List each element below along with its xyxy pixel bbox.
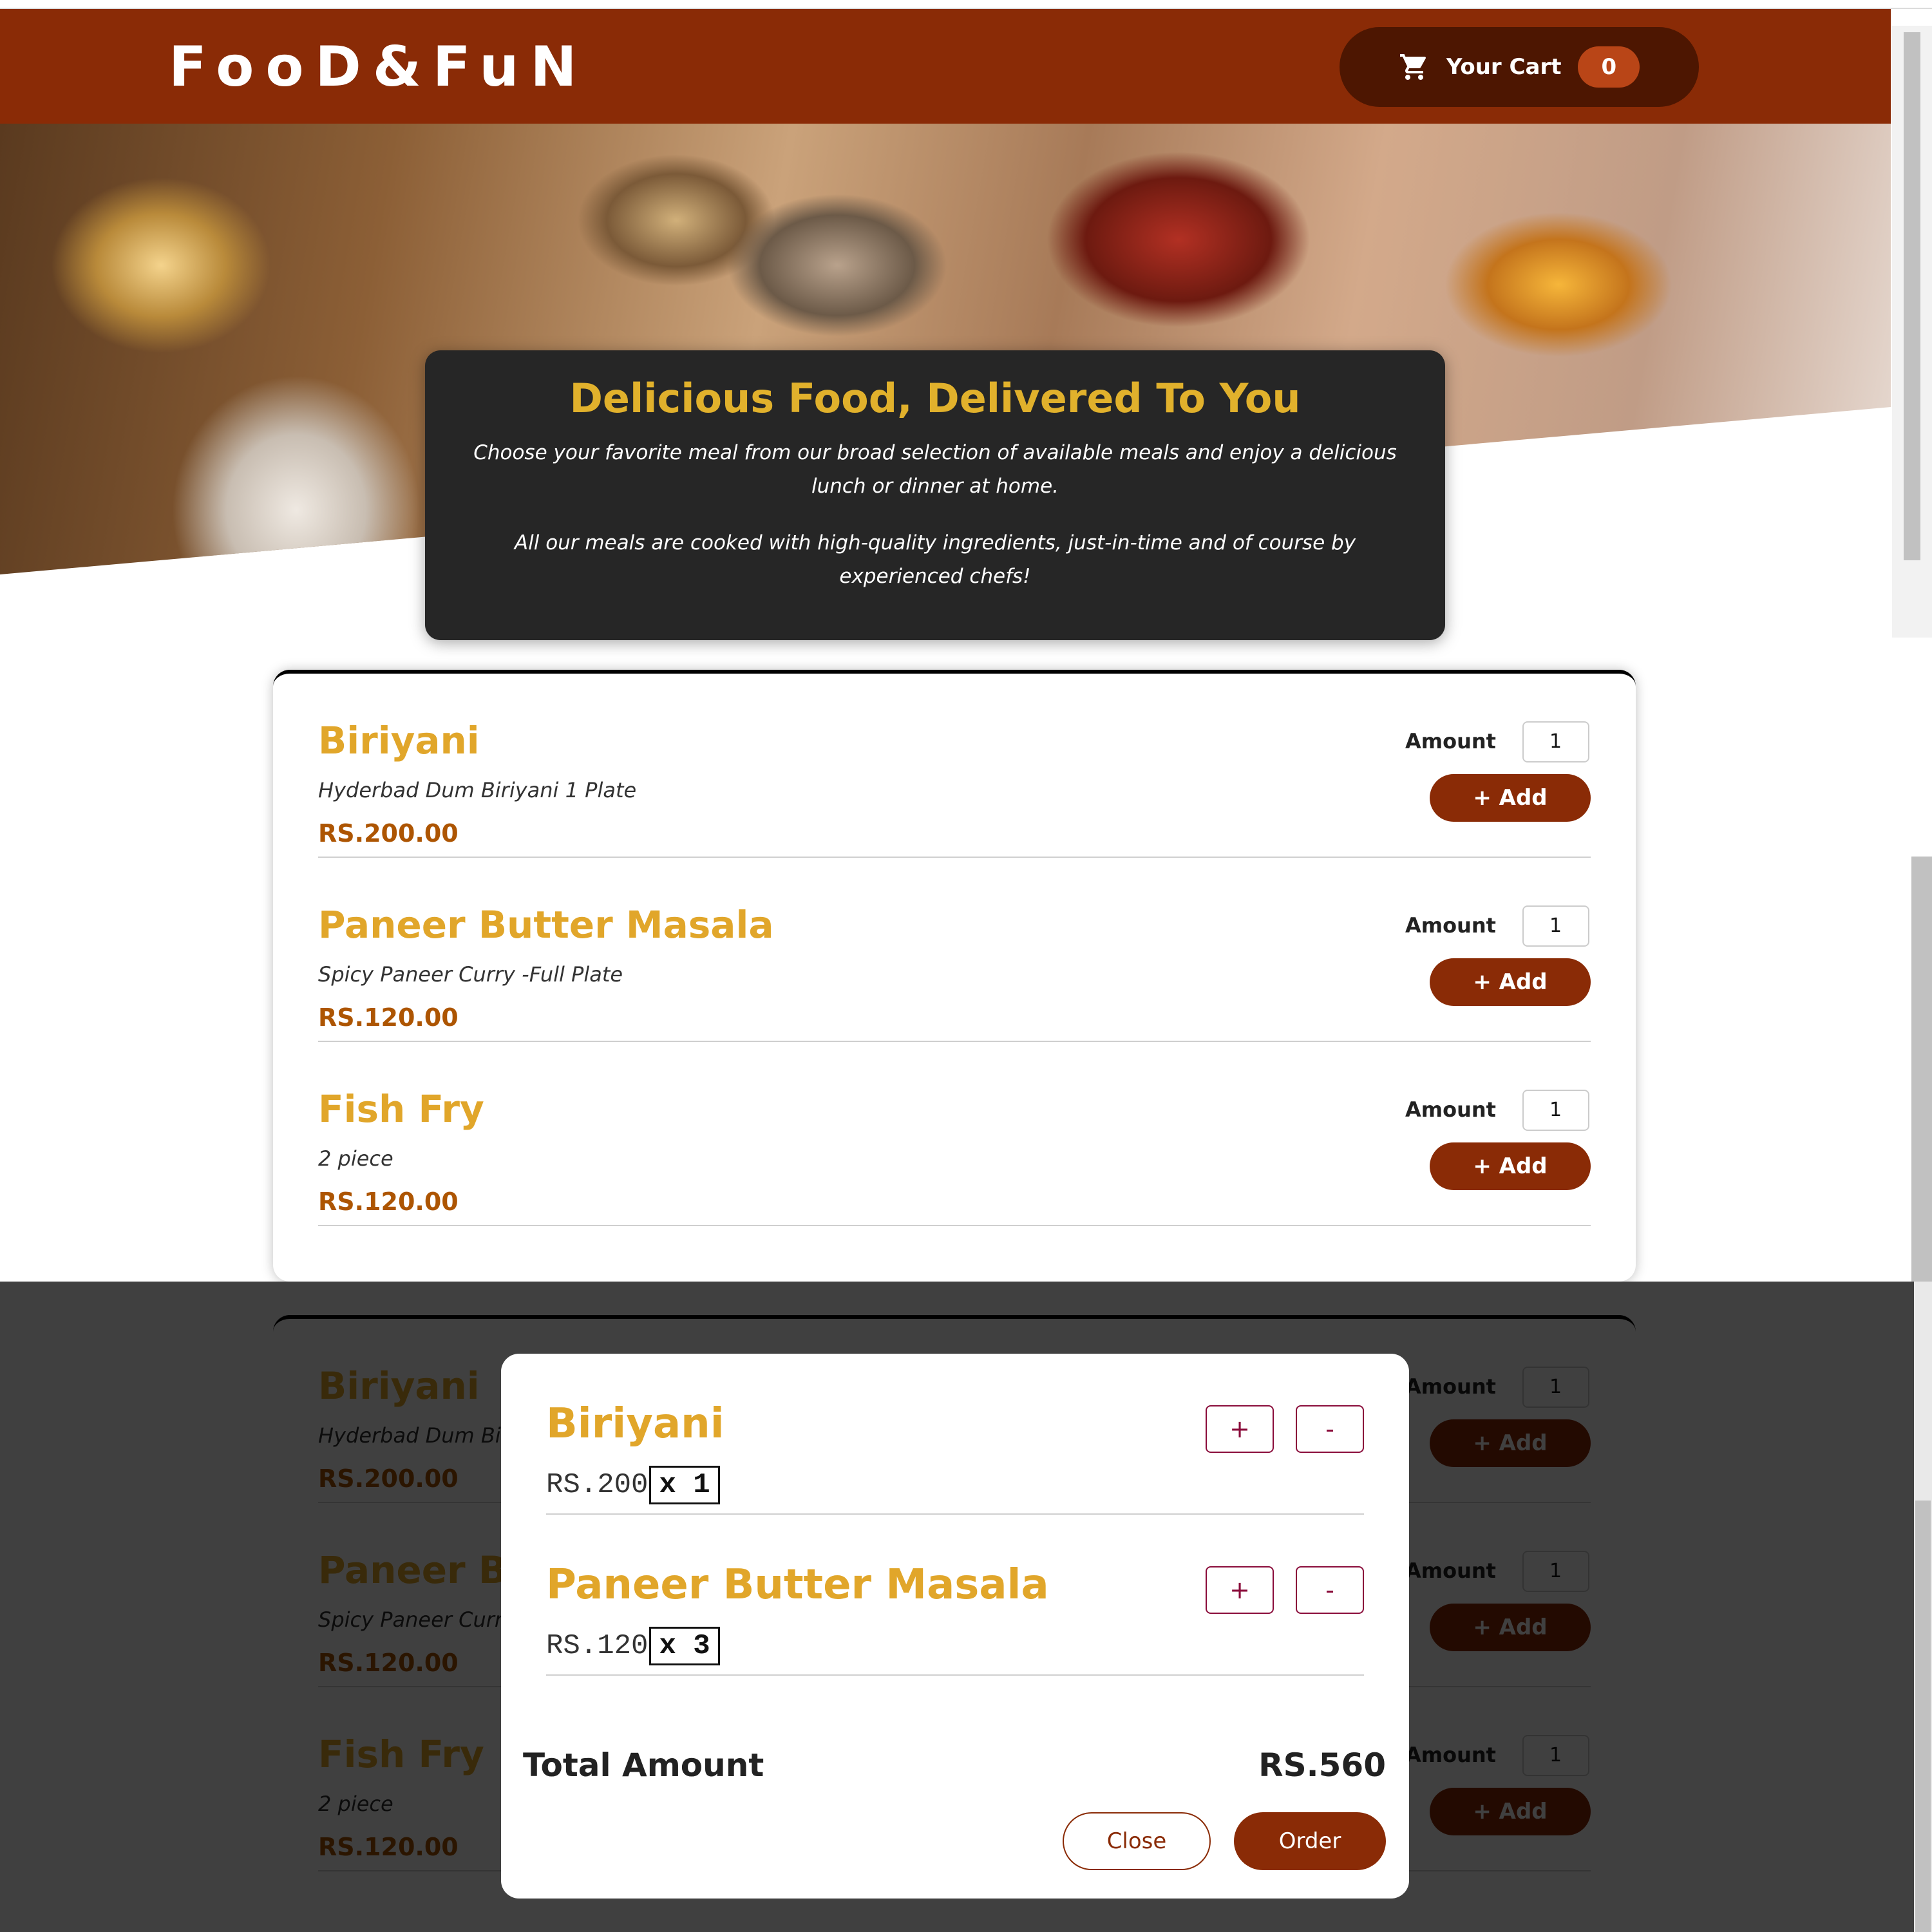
hero-summary-card: Delicious Food, Delivered To You Choose … [425,350,1445,640]
order-button[interactable]: Order [1234,1812,1386,1870]
amount-label: Amount [1405,913,1496,938]
cart-item-quantity: x 1 [649,1466,720,1504]
meal-item: Biriyani Hyderbad Dum Biriyani 1 Plate R… [318,674,1591,858]
amount-input[interactable]: 1 [1522,1090,1589,1131]
add-button[interactable]: + Add [1430,958,1591,1006]
meal-description: 2 piece [318,1146,393,1171]
meal-item: Paneer Butter Masala Spicy Paneer Curry … [318,858,1591,1042]
scrollbar[interactable] [1892,26,1932,638]
decrease-button[interactable]: - [1296,1405,1364,1453]
amount-label: Amount [1405,1097,1496,1122]
site-logo: FooD&FuN [169,35,589,99]
cart-count-badge: 0 [1578,46,1640,88]
cart-item-price: RS.120 [546,1630,649,1662]
scrollbar-thumb[interactable] [1915,1501,1931,1932]
hero-title: Delicious Food, Delivered To You [569,375,1301,422]
hero-text-2: All our meals are cooked with high-quali… [514,531,1356,588]
scrollbar-thumb[interactable] [1911,857,1932,1282]
amount-input[interactable]: 1 [1522,905,1589,947]
meal-name: Paneer Butter Masala [318,903,774,947]
total-amount-value: RS.560 [1258,1747,1386,1784]
close-button[interactable]: Close [1063,1812,1211,1870]
scrollbar[interactable] [1914,1282,1932,1932]
cart-label: Your Cart [1446,54,1562,80]
scrollbar-thumb[interactable] [1904,32,1920,560]
cart-item: Biriyani RS.200 x 1 + - [546,1354,1364,1515]
increase-button[interactable]: + [1206,1405,1274,1453]
cart-item-quantity: x 3 [649,1627,720,1665]
cart-modal-view: Biriyani Hyderbad Dum Biriyani 1 Plate R… [0,1282,1932,1932]
increase-button[interactable]: + [1206,1566,1274,1614]
cart-item-price-row: RS.120 x 3 [546,1627,720,1665]
menu-page: FooD&FuN Your Cart 0 Delicious Food, Del… [0,0,1932,1282]
cart-modal: Biriyani RS.200 x 1 + - Paneer Butter Ma… [501,1354,1409,1899]
meals-list: Biriyani Hyderbad Dum Biriyani 1 Plate R… [273,670,1636,1282]
cart-icon [1399,54,1426,80]
meal-description: Spicy Paneer Curry -Full Plate [318,962,623,987]
amount-label: Amount [1405,729,1496,753]
meal-description: Hyderbad Dum Biriyani 1 Plate [318,778,637,802]
add-button[interactable]: + Add [1430,774,1591,822]
meal-price: RS.200.00 [318,819,459,848]
meal-price: RS.120.00 [318,1188,459,1216]
amount-input[interactable]: 1 [1522,721,1589,762]
cart-item-price: RS.200 [546,1469,649,1501]
meal-item: Fish Fry 2 piece RS.120.00 Amount 1 + Ad… [318,1042,1591,1226]
cart-item-name: Biriyani [546,1400,724,1448]
add-button[interactable]: + Add [1430,1142,1591,1190]
meal-name: Fish Fry [318,1087,484,1131]
total-amount-label: Total Amount [523,1747,764,1784]
site-header: FooD&FuN Your Cart 0 [0,9,1891,124]
decrease-button[interactable]: - [1296,1566,1364,1614]
meal-name: Biriyani [318,719,480,762]
hero-text-1: Choose your favorite meal from our broad… [473,441,1397,498]
cart-item: Paneer Butter Masala RS.120 x 3 + - [546,1515,1364,1676]
cart-item-name: Paneer Butter Masala [546,1561,1049,1609]
browser-top-strip [0,0,1932,9]
meal-price: RS.120.00 [318,1003,459,1032]
cart-button[interactable]: Your Cart 0 [1340,27,1699,107]
cart-item-price-row: RS.200 x 1 [546,1466,720,1504]
